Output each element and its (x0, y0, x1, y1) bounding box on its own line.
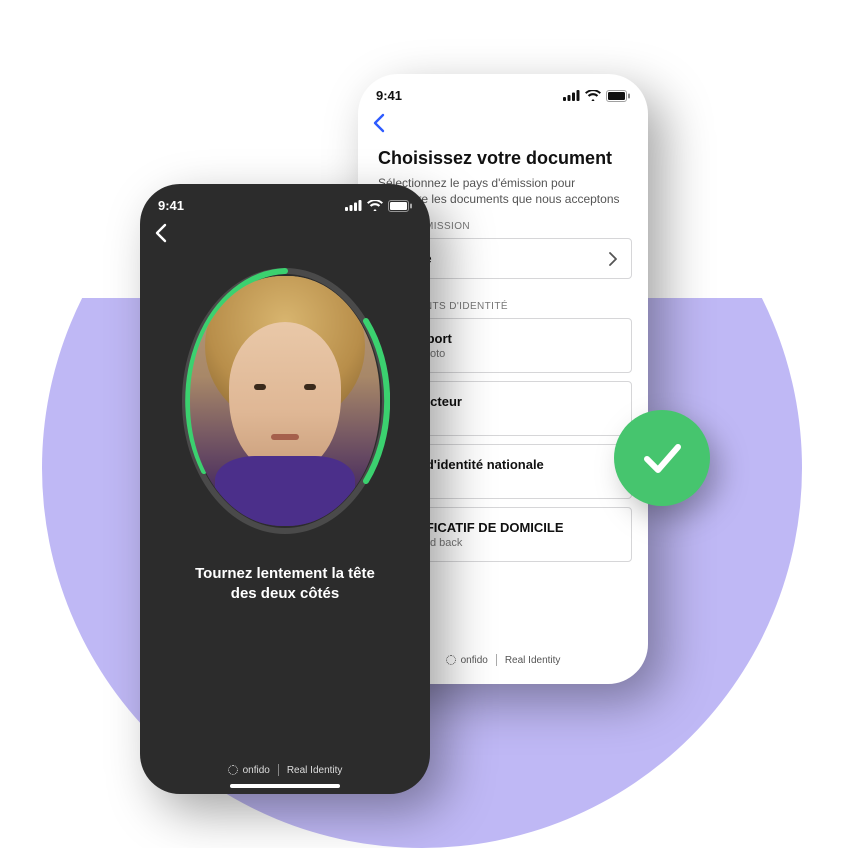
signal-icon (345, 200, 362, 211)
chevron-right-icon (609, 252, 617, 266)
status-icons (563, 90, 630, 102)
capture-instruction: Tournez lentement la tête des deux côtés (140, 564, 430, 605)
brand-tagline: Real Identity (505, 655, 561, 666)
brand-tagline: Real Identity (287, 765, 343, 776)
back-button[interactable] (372, 120, 386, 137)
brand-logo: onfido (446, 655, 488, 666)
status-bar: 9:41 (358, 74, 648, 107)
battery-icon (388, 200, 412, 212)
signal-icon (563, 90, 580, 101)
instruction-line-1: Tournez lentement la tête (164, 564, 406, 584)
back-button[interactable] (154, 230, 168, 247)
wifi-icon (367, 200, 383, 211)
brand-name: onfido (461, 655, 488, 666)
battery-icon (606, 90, 630, 102)
brand-divider (496, 654, 497, 666)
chevron-left-icon (372, 113, 386, 133)
status-bar: 9:41 (140, 184, 430, 217)
brand-mark-icon (446, 655, 456, 665)
brand-mark-icon (228, 765, 238, 775)
check-icon (637, 433, 687, 483)
page-title: Choisissez votre document (378, 148, 628, 169)
status-time: 9:41 (158, 198, 184, 213)
instruction-line-2: des deux côtés (164, 584, 406, 604)
home-indicator (230, 784, 340, 788)
brand-divider (278, 764, 279, 776)
status-icons (345, 200, 412, 212)
brand-footer: onfido Real Identity (140, 764, 430, 776)
chevron-left-icon (154, 223, 168, 243)
phone-face-capture: 9:41 (140, 184, 430, 794)
brand-name: onfido (243, 765, 270, 776)
brand-logo: onfido (228, 765, 270, 776)
wifi-icon (585, 90, 601, 101)
status-time: 9:41 (376, 88, 402, 103)
success-badge (614, 410, 710, 506)
face-preview (190, 276, 380, 526)
face-capture-frame (190, 276, 380, 526)
